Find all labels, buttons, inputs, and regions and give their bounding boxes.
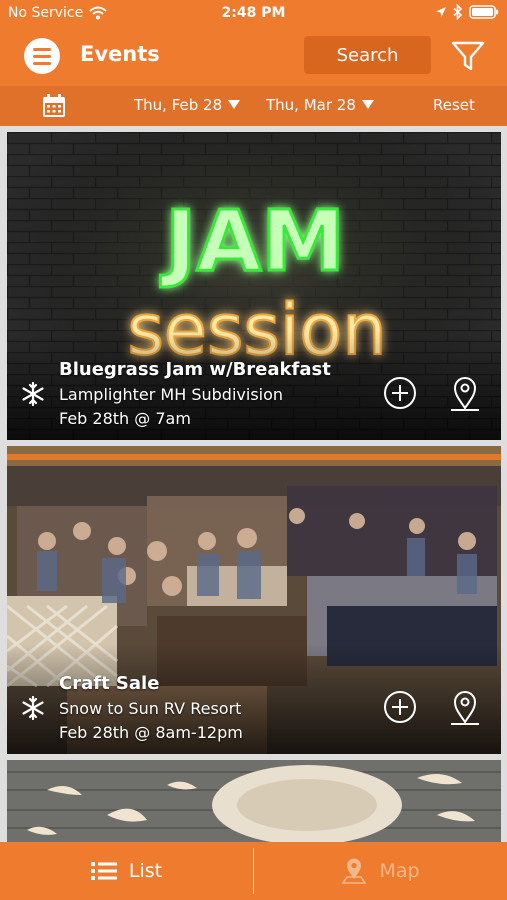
- event-card[interactable]: Craft Sale Snow to Sun RV Resort Feb 28t…: [7, 446, 501, 754]
- date-filter-bar: Thu, Feb 28 Thu, Mar 28 Reset: [0, 86, 507, 126]
- end-date-value: Thu, Mar 28: [266, 96, 356, 114]
- event-location: Lamplighter MH Subdivision: [59, 385, 284, 404]
- snowflake-icon: [22, 382, 44, 406]
- tab-list-label: List: [128, 860, 163, 882]
- list-icon: [90, 862, 117, 880]
- bottom-tab-bar: List Map: [0, 842, 507, 900]
- event-location: Snow to Sun RV Resort: [59, 699, 242, 718]
- add-circle-icon[interactable]: [383, 376, 417, 410]
- event-card[interactable]: JAM session Bluegrass Jam w/Breakfast La…: [7, 132, 501, 440]
- tab-map-label: Map: [379, 860, 420, 882]
- event-image: [7, 760, 501, 842]
- add-circle-icon[interactable]: [383, 690, 417, 724]
- event-title: Craft Sale: [59, 673, 160, 694]
- search-button[interactable]: Search: [304, 36, 431, 74]
- map-marker-icon: [341, 858, 367, 884]
- chevron-down-icon: [361, 100, 374, 109]
- status-bar: No Service 2:48 PM: [0, 0, 507, 28]
- event-info: Craft Sale Snow to Sun RV Resort Feb 28t…: [59, 673, 243, 742]
- end-date-dropdown[interactable]: Thu, Mar 28: [266, 96, 374, 114]
- filter-icon[interactable]: [450, 38, 486, 74]
- nav-bar: Events Search: [0, 28, 507, 86]
- status-time: 2:48 PM: [221, 5, 286, 21]
- tab-map[interactable]: Map: [254, 842, 507, 900]
- bluetooth-icon: [453, 4, 463, 20]
- page-title: Events: [80, 42, 160, 66]
- map-pin-icon[interactable]: [449, 690, 481, 726]
- snowflake-icon: [22, 696, 44, 720]
- event-info: Bluegrass Jam w/Breakfast Lamplighter MH…: [59, 359, 331, 428]
- event-date: Feb 28th @ 8am-12pm: [59, 723, 243, 742]
- chevron-down-icon: [228, 100, 241, 109]
- status-indicators: [435, 4, 499, 20]
- map-pin-icon[interactable]: [449, 376, 481, 412]
- event-card[interactable]: [7, 760, 501, 842]
- menu-button[interactable]: [24, 38, 60, 74]
- location-arrow-icon: [436, 7, 446, 17]
- tab-list[interactable]: List: [0, 842, 253, 900]
- event-title: Bluegrass Jam w/Breakfast: [59, 359, 331, 380]
- event-date: Feb 28th @ 7am: [59, 409, 191, 428]
- start-date-dropdown[interactable]: Thu, Feb 28: [134, 96, 241, 114]
- neon-text-jam: JAM: [160, 192, 345, 290]
- menu-icon: [33, 47, 51, 51]
- reset-button[interactable]: Reset: [433, 96, 475, 114]
- calendar-icon[interactable]: [42, 94, 66, 118]
- start-date-value: Thu, Feb 28: [134, 96, 223, 114]
- battery-icon: [469, 5, 499, 19]
